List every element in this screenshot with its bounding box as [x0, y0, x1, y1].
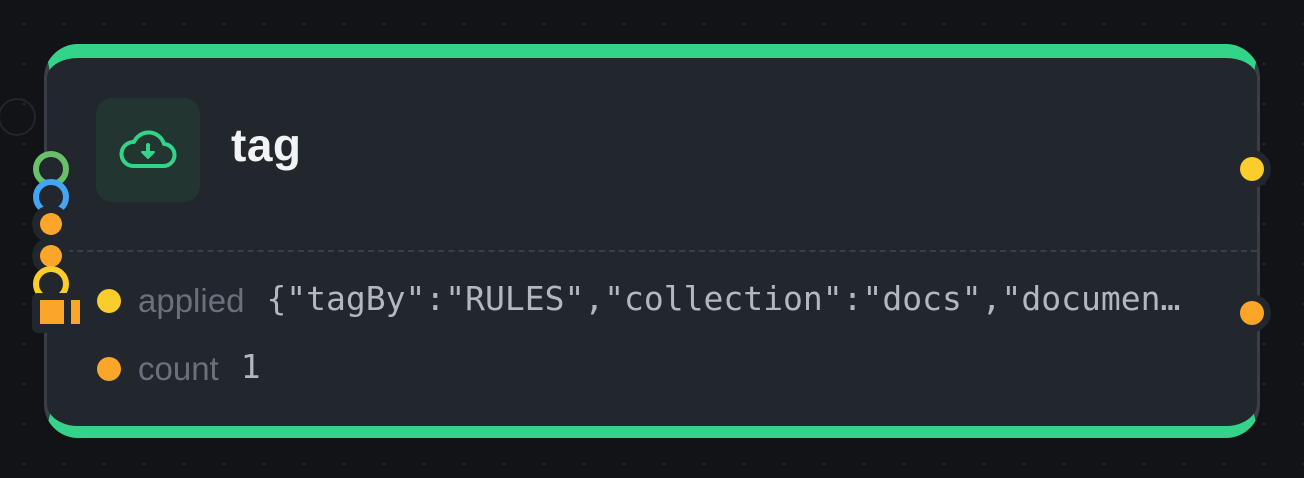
input-handle-orange-square-fill	[40, 300, 64, 324]
input-handle-orange-2-dot	[40, 245, 62, 267]
input-handle-orange-square-bar	[71, 300, 80, 324]
node-title: tag	[231, 119, 302, 171]
field-label-applied: applied	[138, 282, 245, 319]
field-dot-count	[97, 357, 121, 381]
output-handle-yellow[interactable]	[1240, 157, 1264, 181]
field-row-count: count 1	[87, 346, 261, 389]
field-row-applied: applied {"tagBy":"RULES","collection":"d…	[87, 278, 1217, 321]
field-value-applied: {"tagBy":"RULES","collection":"docs","do…	[266, 278, 1196, 318]
field-dot-applied	[97, 289, 121, 313]
input-handle-orange-1-dot	[40, 213, 62, 235]
field-label-count: count	[138, 350, 219, 387]
ghost-connection-handle	[0, 98, 36, 136]
field-value-count: 1	[240, 346, 261, 386]
output-handle-orange[interactable]	[1240, 301, 1264, 325]
section-divider	[47, 250, 1257, 252]
node-icon-box	[96, 98, 200, 202]
tag-node[interactable]: tag applied {"tagBy":"RULES","collection…	[44, 44, 1260, 438]
cloud-download-icon	[119, 130, 177, 168]
